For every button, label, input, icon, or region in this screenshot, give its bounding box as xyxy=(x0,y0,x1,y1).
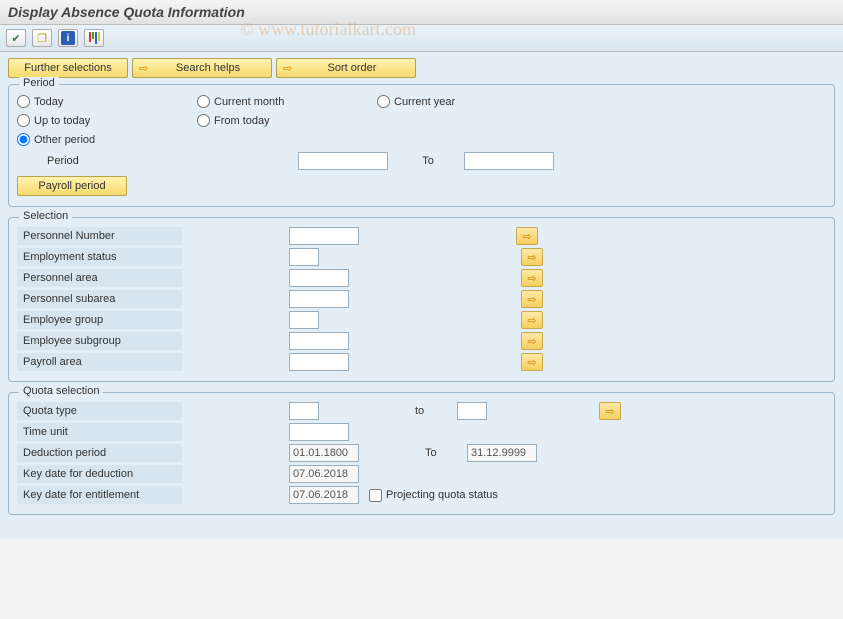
multi-select-button[interactable]: ⇨ xyxy=(521,332,543,350)
sort-order-label: Sort order xyxy=(328,62,377,74)
selection-row: Employee group ⇨ xyxy=(17,311,826,329)
quota-panel-title: Quota selection xyxy=(19,385,103,397)
multi-select-button[interactable]: ⇨ xyxy=(516,227,538,245)
sort-order-button[interactable]: Sort order xyxy=(276,58,416,78)
radio-from-today-input[interactable] xyxy=(197,114,210,127)
multi-select-button[interactable]: ⇨ xyxy=(521,248,543,266)
period-to-label: To xyxy=(396,155,456,167)
key-entitlement-input[interactable] xyxy=(289,486,359,504)
radio-current-month[interactable]: Current month xyxy=(197,95,377,108)
radio-up-to-today-input[interactable] xyxy=(17,114,30,127)
radio-current-year-label: Current year xyxy=(394,96,455,108)
deduction-period-label: Deduction period xyxy=(17,444,182,462)
time-unit-label: Time unit xyxy=(17,423,182,441)
selection-row-label: Employment status xyxy=(17,248,182,266)
selection-row: Personnel subarea ⇨ xyxy=(17,290,826,308)
selection-row-input[interactable] xyxy=(289,248,319,266)
selection-row: Personnel Number ⇨ xyxy=(17,227,826,245)
search-helps-label: Search helps xyxy=(176,62,240,74)
execute-icon[interactable]: ✔ xyxy=(6,29,26,47)
selection-row: Payroll area ⇨ xyxy=(17,353,826,371)
deduction-to-label: To xyxy=(421,447,461,459)
radio-from-today-label: From today xyxy=(214,115,270,127)
quota-type-to-label: to xyxy=(411,405,451,417)
radio-today-label: Today xyxy=(34,96,63,108)
period-to-input[interactable] xyxy=(464,152,554,170)
time-unit-input[interactable] xyxy=(289,423,349,441)
radio-other-period-input[interactable] xyxy=(17,133,30,146)
multi-select-button[interactable]: ⇨ xyxy=(521,353,543,371)
variant-icon[interactable]: ❐ xyxy=(32,29,52,47)
quota-type-multi-button[interactable]: ⇨ xyxy=(599,402,621,420)
key-deduction-label: Key date for deduction xyxy=(17,465,182,483)
selection-row-input[interactable] xyxy=(289,311,319,329)
radio-today-input[interactable] xyxy=(17,95,30,108)
multi-select-button[interactable]: ⇨ xyxy=(521,311,543,329)
info-icon[interactable]: i xyxy=(58,29,78,47)
selection-row-input[interactable] xyxy=(289,269,349,287)
radio-from-today[interactable]: From today xyxy=(197,114,377,127)
deduction-to-input[interactable] xyxy=(467,444,537,462)
selection-row-input[interactable] xyxy=(289,353,349,371)
multi-select-button[interactable]: ⇨ xyxy=(521,269,543,287)
selection-row-label: Personnel area xyxy=(17,269,182,287)
period-label: Period xyxy=(47,152,152,170)
radio-other-period[interactable]: Other period xyxy=(17,133,197,146)
quota-type-to-input[interactable] xyxy=(457,402,487,420)
key-entitlement-label: Key date for entitlement xyxy=(17,486,182,504)
period-panel-title: Period xyxy=(19,77,59,89)
selection-panel: Selection Personnel Number⇨Employment st… xyxy=(8,217,835,382)
radio-other-period-label: Other period xyxy=(34,134,95,146)
selection-row-label: Employee group xyxy=(17,311,182,329)
radio-current-month-label: Current month xyxy=(214,96,284,108)
page-title: Display Absence Quota Information xyxy=(0,0,843,25)
deduction-from-input[interactable] xyxy=(289,444,359,462)
period-from-input[interactable] xyxy=(298,152,388,170)
selection-row-label: Personnel Number xyxy=(17,227,182,245)
selection-buttons-row: Further selections Search helps Sort ord… xyxy=(8,58,835,78)
radio-current-month-input[interactable] xyxy=(197,95,210,108)
selection-row-label: Personnel subarea xyxy=(17,290,182,308)
search-helps-button[interactable]: Search helps xyxy=(132,58,272,78)
quota-panel: Quota selection Quota type to ⇨ Time uni… xyxy=(8,392,835,515)
selection-row-input[interactable] xyxy=(289,290,349,308)
multi-select-button[interactable]: ⇨ xyxy=(521,290,543,308)
radio-current-year[interactable]: Current year xyxy=(377,95,557,108)
projecting-checkbox[interactable] xyxy=(369,489,382,502)
selection-row: Employee subgroup ⇨ xyxy=(17,332,826,350)
selection-row: Personnel area ⇨ xyxy=(17,269,826,287)
key-deduction-input[interactable] xyxy=(289,465,359,483)
content-area: Further selections Search helps Sort ord… xyxy=(0,52,843,539)
selection-row-input[interactable] xyxy=(289,227,359,245)
radio-up-to-today[interactable]: Up to today xyxy=(17,114,197,127)
radio-up-to-today-label: Up to today xyxy=(34,115,90,127)
selection-row-input[interactable] xyxy=(289,332,349,350)
selection-row-label: Payroll area xyxy=(17,353,182,371)
quota-type-from-input[interactable] xyxy=(289,402,319,420)
radio-current-year-input[interactable] xyxy=(377,95,390,108)
projecting-label: Projecting quota status xyxy=(386,489,498,501)
radio-today[interactable]: Today xyxy=(17,95,197,108)
app-toolbar: ✔ ❐ i © www.tutorialkart.com xyxy=(0,25,843,52)
period-panel: Period Today Current month Current year … xyxy=(8,84,835,207)
selection-panel-title: Selection xyxy=(19,210,72,222)
selection-row: Employment status ⇨ xyxy=(17,248,826,266)
layout-icon[interactable] xyxy=(84,29,104,47)
selection-row-label: Employee subgroup xyxy=(17,332,182,350)
payroll-period-button[interactable]: Payroll period xyxy=(17,176,127,196)
further-selections-button[interactable]: Further selections xyxy=(8,58,128,78)
projecting-checkbox-wrap[interactable]: Projecting quota status xyxy=(369,489,498,502)
quota-type-label: Quota type xyxy=(17,402,182,420)
